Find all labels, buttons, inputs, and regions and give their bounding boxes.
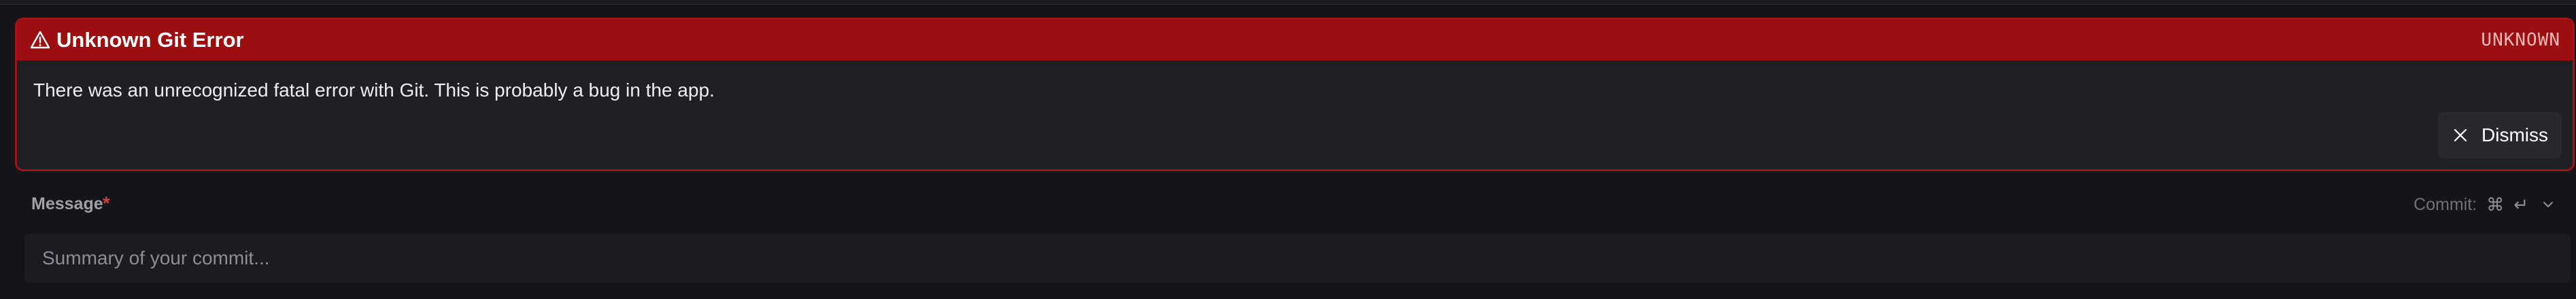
commit-shortcut-label: Commit: <box>2413 194 2477 214</box>
error-code-badge: UNKNOWN <box>2481 30 2560 50</box>
enter-key-icon: ↵ <box>2513 194 2528 215</box>
required-marker: * <box>103 193 110 213</box>
top-divider <box>0 0 2576 5</box>
error-message: There was an unrecognized fatal error wi… <box>33 80 715 101</box>
commit-summary-input[interactable] <box>24 234 2571 283</box>
dismiss-button[interactable]: Dismiss <box>2438 112 2562 158</box>
error-title: Unknown Git Error <box>56 28 244 52</box>
error-alert: Unknown Git Error UNKNOWN There was an u… <box>15 18 2575 171</box>
message-label: Message <box>31 194 103 213</box>
warning-triangle-icon <box>30 31 50 49</box>
command-key-icon: ⌘ <box>2486 194 2505 215</box>
bottom-edge <box>0 287 2576 299</box>
dismiss-label: Dismiss <box>2481 124 2548 145</box>
chevron-down-icon[interactable] <box>2541 197 2556 212</box>
commit-shortcut-hint[interactable]: Commit: ⌘ ↵ <box>2413 192 2556 217</box>
error-alert-header: Unknown Git Error UNKNOWN <box>17 20 2573 60</box>
close-icon <box>2454 128 2467 142</box>
